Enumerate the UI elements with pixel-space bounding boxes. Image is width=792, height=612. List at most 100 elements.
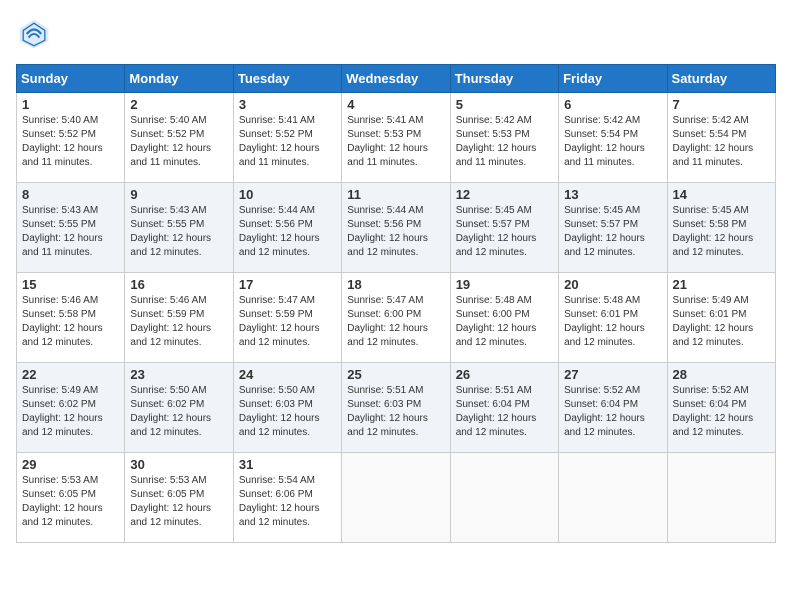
day-number: 16	[130, 277, 227, 292]
calendar-cell: 13 Sunrise: 5:45 AMSunset: 5:57 PMDaylig…	[559, 183, 667, 273]
day-number: 15	[22, 277, 119, 292]
day-number: 20	[564, 277, 661, 292]
calendar-week-row: 22 Sunrise: 5:49 AMSunset: 6:02 PMDaylig…	[17, 363, 776, 453]
cell-content: Sunrise: 5:45 AMSunset: 5:58 PMDaylight:…	[673, 205, 754, 258]
calendar-cell: 12 Sunrise: 5:45 AMSunset: 5:57 PMDaylig…	[450, 183, 558, 273]
calendar-cell: 27 Sunrise: 5:52 AMSunset: 6:04 PMDaylig…	[559, 363, 667, 453]
day-number: 27	[564, 367, 661, 382]
calendar-cell: 15 Sunrise: 5:46 AMSunset: 5:58 PMDaylig…	[17, 273, 125, 363]
day-number: 4	[347, 97, 444, 112]
col-header-friday: Friday	[559, 65, 667, 93]
calendar-cell: 20 Sunrise: 5:48 AMSunset: 6:01 PMDaylig…	[559, 273, 667, 363]
calendar-cell: 10 Sunrise: 5:44 AMSunset: 5:56 PMDaylig…	[233, 183, 341, 273]
day-number: 13	[564, 187, 661, 202]
col-header-saturday: Saturday	[667, 65, 775, 93]
cell-content: Sunrise: 5:44 AMSunset: 5:56 PMDaylight:…	[347, 205, 428, 258]
day-number: 23	[130, 367, 227, 382]
day-number: 21	[673, 277, 770, 292]
cell-content: Sunrise: 5:40 AMSunset: 5:52 PMDaylight:…	[22, 115, 103, 168]
day-number: 5	[456, 97, 553, 112]
cell-content: Sunrise: 5:42 AMSunset: 5:53 PMDaylight:…	[456, 115, 537, 168]
calendar-header-row: SundayMondayTuesdayWednesdayThursdayFrid…	[17, 65, 776, 93]
day-number: 19	[456, 277, 553, 292]
calendar-cell	[667, 453, 775, 543]
cell-content: Sunrise: 5:53 AMSunset: 6:05 PMDaylight:…	[130, 475, 211, 528]
cell-content: Sunrise: 5:49 AMSunset: 6:01 PMDaylight:…	[673, 295, 754, 348]
calendar-cell: 28 Sunrise: 5:52 AMSunset: 6:04 PMDaylig…	[667, 363, 775, 453]
day-number: 29	[22, 457, 119, 472]
day-number: 3	[239, 97, 336, 112]
calendar-cell: 19 Sunrise: 5:48 AMSunset: 6:00 PMDaylig…	[450, 273, 558, 363]
calendar-cell: 25 Sunrise: 5:51 AMSunset: 6:03 PMDaylig…	[342, 363, 450, 453]
cell-content: Sunrise: 5:51 AMSunset: 6:03 PMDaylight:…	[347, 385, 428, 438]
day-number: 11	[347, 187, 444, 202]
day-number: 30	[130, 457, 227, 472]
day-number: 7	[673, 97, 770, 112]
day-number: 6	[564, 97, 661, 112]
calendar-cell: 16 Sunrise: 5:46 AMSunset: 5:59 PMDaylig…	[125, 273, 233, 363]
day-number: 12	[456, 187, 553, 202]
day-number: 1	[22, 97, 119, 112]
calendar-cell: 6 Sunrise: 5:42 AMSunset: 5:54 PMDayligh…	[559, 93, 667, 183]
day-number: 14	[673, 187, 770, 202]
page-header	[16, 16, 776, 52]
cell-content: Sunrise: 5:50 AMSunset: 6:02 PMDaylight:…	[130, 385, 211, 438]
cell-content: Sunrise: 5:43 AMSunset: 5:55 PMDaylight:…	[22, 205, 103, 258]
cell-content: Sunrise: 5:40 AMSunset: 5:52 PMDaylight:…	[130, 115, 211, 168]
cell-content: Sunrise: 5:42 AMSunset: 5:54 PMDaylight:…	[673, 115, 754, 168]
calendar-cell	[559, 453, 667, 543]
cell-content: Sunrise: 5:47 AMSunset: 6:00 PMDaylight:…	[347, 295, 428, 348]
day-number: 17	[239, 277, 336, 292]
calendar-cell: 4 Sunrise: 5:41 AMSunset: 5:53 PMDayligh…	[342, 93, 450, 183]
calendar-cell: 11 Sunrise: 5:44 AMSunset: 5:56 PMDaylig…	[342, 183, 450, 273]
col-header-monday: Monday	[125, 65, 233, 93]
calendar-week-row: 8 Sunrise: 5:43 AMSunset: 5:55 PMDayligh…	[17, 183, 776, 273]
calendar-cell: 30 Sunrise: 5:53 AMSunset: 6:05 PMDaylig…	[125, 453, 233, 543]
cell-content: Sunrise: 5:41 AMSunset: 5:52 PMDaylight:…	[239, 115, 320, 168]
calendar-cell: 8 Sunrise: 5:43 AMSunset: 5:55 PMDayligh…	[17, 183, 125, 273]
day-number: 24	[239, 367, 336, 382]
day-number: 26	[456, 367, 553, 382]
day-number: 22	[22, 367, 119, 382]
calendar-cell: 18 Sunrise: 5:47 AMSunset: 6:00 PMDaylig…	[342, 273, 450, 363]
cell-content: Sunrise: 5:52 AMSunset: 6:04 PMDaylight:…	[564, 385, 645, 438]
calendar-table: SundayMondayTuesdayWednesdayThursdayFrid…	[16, 64, 776, 543]
calendar-cell: 21 Sunrise: 5:49 AMSunset: 6:01 PMDaylig…	[667, 273, 775, 363]
cell-content: Sunrise: 5:41 AMSunset: 5:53 PMDaylight:…	[347, 115, 428, 168]
cell-content: Sunrise: 5:48 AMSunset: 6:01 PMDaylight:…	[564, 295, 645, 348]
calendar-cell: 29 Sunrise: 5:53 AMSunset: 6:05 PMDaylig…	[17, 453, 125, 543]
logo-icon	[16, 16, 52, 52]
cell-content: Sunrise: 5:48 AMSunset: 6:00 PMDaylight:…	[456, 295, 537, 348]
cell-content: Sunrise: 5:46 AMSunset: 5:59 PMDaylight:…	[130, 295, 211, 348]
day-number: 10	[239, 187, 336, 202]
day-number: 2	[130, 97, 227, 112]
calendar-cell	[342, 453, 450, 543]
day-number: 8	[22, 187, 119, 202]
calendar-cell: 7 Sunrise: 5:42 AMSunset: 5:54 PMDayligh…	[667, 93, 775, 183]
calendar-week-row: 29 Sunrise: 5:53 AMSunset: 6:05 PMDaylig…	[17, 453, 776, 543]
col-header-tuesday: Tuesday	[233, 65, 341, 93]
day-number: 31	[239, 457, 336, 472]
calendar-cell: 31 Sunrise: 5:54 AMSunset: 6:06 PMDaylig…	[233, 453, 341, 543]
calendar-cell: 26 Sunrise: 5:51 AMSunset: 6:04 PMDaylig…	[450, 363, 558, 453]
calendar-week-row: 1 Sunrise: 5:40 AMSunset: 5:52 PMDayligh…	[17, 93, 776, 183]
day-number: 28	[673, 367, 770, 382]
cell-content: Sunrise: 5:45 AMSunset: 5:57 PMDaylight:…	[456, 205, 537, 258]
cell-content: Sunrise: 5:47 AMSunset: 5:59 PMDaylight:…	[239, 295, 320, 348]
col-header-wednesday: Wednesday	[342, 65, 450, 93]
col-header-sunday: Sunday	[17, 65, 125, 93]
cell-content: Sunrise: 5:50 AMSunset: 6:03 PMDaylight:…	[239, 385, 320, 438]
calendar-cell	[450, 453, 558, 543]
cell-content: Sunrise: 5:51 AMSunset: 6:04 PMDaylight:…	[456, 385, 537, 438]
cell-content: Sunrise: 5:42 AMSunset: 5:54 PMDaylight:…	[564, 115, 645, 168]
cell-content: Sunrise: 5:46 AMSunset: 5:58 PMDaylight:…	[22, 295, 103, 348]
cell-content: Sunrise: 5:54 AMSunset: 6:06 PMDaylight:…	[239, 475, 320, 528]
logo	[16, 16, 56, 52]
calendar-cell: 24 Sunrise: 5:50 AMSunset: 6:03 PMDaylig…	[233, 363, 341, 453]
calendar-body: 1 Sunrise: 5:40 AMSunset: 5:52 PMDayligh…	[17, 93, 776, 543]
calendar-cell: 1 Sunrise: 5:40 AMSunset: 5:52 PMDayligh…	[17, 93, 125, 183]
calendar-cell: 22 Sunrise: 5:49 AMSunset: 6:02 PMDaylig…	[17, 363, 125, 453]
cell-content: Sunrise: 5:44 AMSunset: 5:56 PMDaylight:…	[239, 205, 320, 258]
calendar-week-row: 15 Sunrise: 5:46 AMSunset: 5:58 PMDaylig…	[17, 273, 776, 363]
calendar-cell: 5 Sunrise: 5:42 AMSunset: 5:53 PMDayligh…	[450, 93, 558, 183]
